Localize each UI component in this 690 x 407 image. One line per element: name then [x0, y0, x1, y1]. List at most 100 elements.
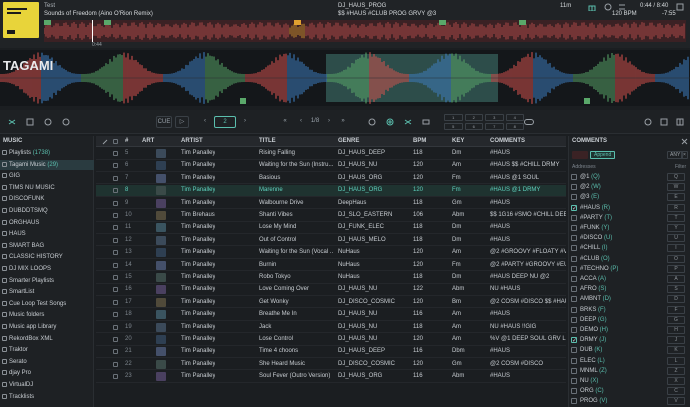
sidebar-item[interactable]: TIMS NU MUSIC [0, 183, 94, 194]
comment-tag-toggle[interactable]: #CLUB (O) [571, 254, 631, 264]
tag-filter-button[interactable]: V [667, 397, 685, 406]
edit-icon[interactable] [102, 139, 108, 145]
comment-tag-toggle[interactable]: MNML (Z) [571, 366, 631, 376]
table-row[interactable]: 8 Tim Panalley Marenne DJ_HAUS_ORG 120 Fm #HAU… [96, 185, 566, 197]
tag-filter-button[interactable]: F [667, 305, 685, 314]
tag-checkbox[interactable] [571, 235, 577, 242]
tag-checkbox[interactable] [571, 388, 577, 395]
tag-filter-button[interactable]: D [667, 295, 685, 304]
tag-checkbox[interactable] [571, 327, 577, 333]
tag-filter-button[interactable]: P [667, 264, 685, 273]
loop-back-button[interactable]: « [280, 116, 290, 128]
tag-filter-button[interactable]: G [667, 315, 685, 324]
sidebar-item[interactable]: VirtualDJ [0, 380, 94, 391]
hotcue-pad[interactable]: 6 [464, 123, 483, 130]
table-row[interactable]: 19 Tim Panalley Jack DJ_HAUS_NU 118 Am NU #HAU… [96, 322, 566, 334]
row-checkbox[interactable] [113, 324, 118, 330]
record-icon[interactable] [62, 118, 70, 126]
comment-tag-toggle[interactable]: ACCA (A) [571, 274, 631, 284]
tag-filter-button[interactable]: W [667, 183, 685, 192]
tag-filter-button[interactable]: I [667, 244, 685, 253]
sidebar-item[interactable]: Music folders [0, 310, 94, 321]
comment-tag-toggle[interactable]: PROG (V) [571, 396, 631, 406]
table-row[interactable]: 15 Tim Panalley Robo Tokyo NuHaus 118 Dm #HAUS… [96, 272, 566, 284]
tag-filter-button[interactable]: J [667, 336, 685, 345]
cue-button[interactable]: CUE [156, 116, 172, 128]
row-checkbox[interactable] [113, 200, 118, 206]
sync-icon[interactable] [368, 118, 376, 126]
table-row[interactable]: 11 Tim Panalley Lose My Mind DJ_FUNK_ELEC 11… [96, 222, 566, 234]
repeat-icon[interactable] [422, 118, 430, 126]
row-checkbox[interactable] [113, 312, 118, 318]
table-row[interactable]: 21 Tim Panalley Time 4 choons DJ_HAUS_DEEP 1… [96, 346, 566, 358]
tag-checkbox[interactable] [571, 286, 577, 293]
sidebar-item[interactable]: RekordBox XML [0, 334, 94, 345]
sidebar-item[interactable]: DJ MIX LOOPS [0, 264, 94, 275]
hotcue-pad[interactable]: 7 [485, 123, 504, 130]
select-all-checkbox[interactable] [113, 139, 118, 144]
loop-halve-button[interactable]: ‹ [296, 116, 306, 128]
row-checkbox[interactable] [113, 262, 118, 268]
tag-checkbox[interactable] [571, 316, 577, 323]
comment-tag-toggle[interactable]: @1 (Q) [571, 172, 631, 182]
tag-filter-button[interactable]: C [667, 387, 685, 396]
row-checkbox[interactable] [113, 175, 118, 181]
comment-tag-toggle[interactable]: @2 (W) [571, 182, 631, 192]
tag-filter-button[interactable]: U [667, 234, 685, 243]
sidebar-item[interactable]: GIG [0, 171, 94, 182]
comment-tag-toggle[interactable]: DUB (K) [571, 345, 631, 355]
tag-filter-button[interactable]: A [667, 275, 685, 283]
sidebar-item[interactable]: Playlists (1738) [0, 148, 94, 159]
track-overview[interactable] [44, 20, 686, 42]
album-art[interactable] [3, 2, 39, 38]
row-checkbox[interactable] [113, 188, 118, 194]
comment-tag-toggle[interactable]: ELEC (L) [571, 356, 631, 366]
sidebar-item[interactable]: CLASSIC HISTORY [0, 252, 94, 263]
hotcue-pad[interactable]: 3 [485, 114, 504, 121]
tag-checkbox[interactable] [571, 357, 577, 364]
comment-tag-toggle[interactable]: BRKS (F) [571, 305, 631, 315]
row-checkbox[interactable] [113, 275, 118, 280]
tag-checkbox[interactable] [571, 276, 577, 282]
sidebar-item[interactable]: Tracklists [0, 392, 94, 403]
col-key[interactable]: KEY [452, 136, 464, 147]
tag-checkbox[interactable] [571, 378, 577, 384]
page-field[interactable]: 2 [214, 116, 236, 128]
gift-icon[interactable] [588, 3, 596, 11]
row-checkbox[interactable] [113, 374, 118, 380]
play-button[interactable]: ▷ [175, 116, 189, 128]
sidebar-item[interactable]: ORGHAUS [0, 218, 94, 229]
comment-tag-toggle[interactable]: #PARTY (T) [571, 213, 631, 223]
tag-checkbox[interactable] [571, 184, 577, 191]
panel-icon[interactable] [676, 118, 684, 126]
hotcue-pad[interactable]: 4 [505, 114, 524, 121]
close-icon[interactable] [681, 138, 688, 145]
append-mode-button[interactable]: Append [590, 151, 616, 159]
loop-double-button[interactable]: › [324, 116, 334, 128]
hotcue-pad[interactable]: 2 [464, 114, 483, 121]
table-row[interactable]: 13 Tim Panalley Waiting for the Sun (Vocal… [96, 247, 566, 259]
tag-filter-button[interactable]: S [667, 285, 685, 294]
table-row[interactable]: 5 Tim Panalley Rising Falling DJ_HAUS_DEEP 1… [96, 148, 566, 160]
tag-filter-button[interactable]: H [667, 326, 685, 334]
tag-filter-button[interactable]: L [667, 356, 685, 365]
tag-filter-button[interactable]: Z [667, 366, 685, 375]
crossfade-icon[interactable] [404, 118, 412, 126]
tag-checkbox[interactable] [571, 336, 577, 346]
sidebar-item[interactable]: HAUS [0, 229, 94, 240]
col-bpm[interactable]: BPM [413, 136, 426, 147]
hotcue-pad[interactable]: 8 [505, 123, 524, 130]
tag-checkbox[interactable] [571, 367, 577, 374]
table-row[interactable]: 12 Tim Panalley Out of Control DJ_HAUS_MELO… [96, 235, 566, 247]
comment-tag-toggle[interactable]: #HAUS (R) [571, 203, 631, 214]
col-artist[interactable]: ARTIST [181, 136, 203, 147]
target-icon[interactable] [44, 118, 52, 126]
table-row[interactable]: 23 Tim Panalley Soul Fever (Outro Version)… [96, 371, 566, 383]
tag-checkbox[interactable] [571, 296, 577, 303]
row-checkbox[interactable] [113, 361, 118, 367]
sidebar-item[interactable]: djay Pro [0, 368, 94, 379]
tag-filter-button[interactable]: K [667, 346, 685, 355]
next-page-button[interactable]: › [240, 116, 250, 128]
row-checkbox[interactable] [113, 349, 118, 355]
sidebar-item[interactable]: Serato [0, 357, 94, 368]
